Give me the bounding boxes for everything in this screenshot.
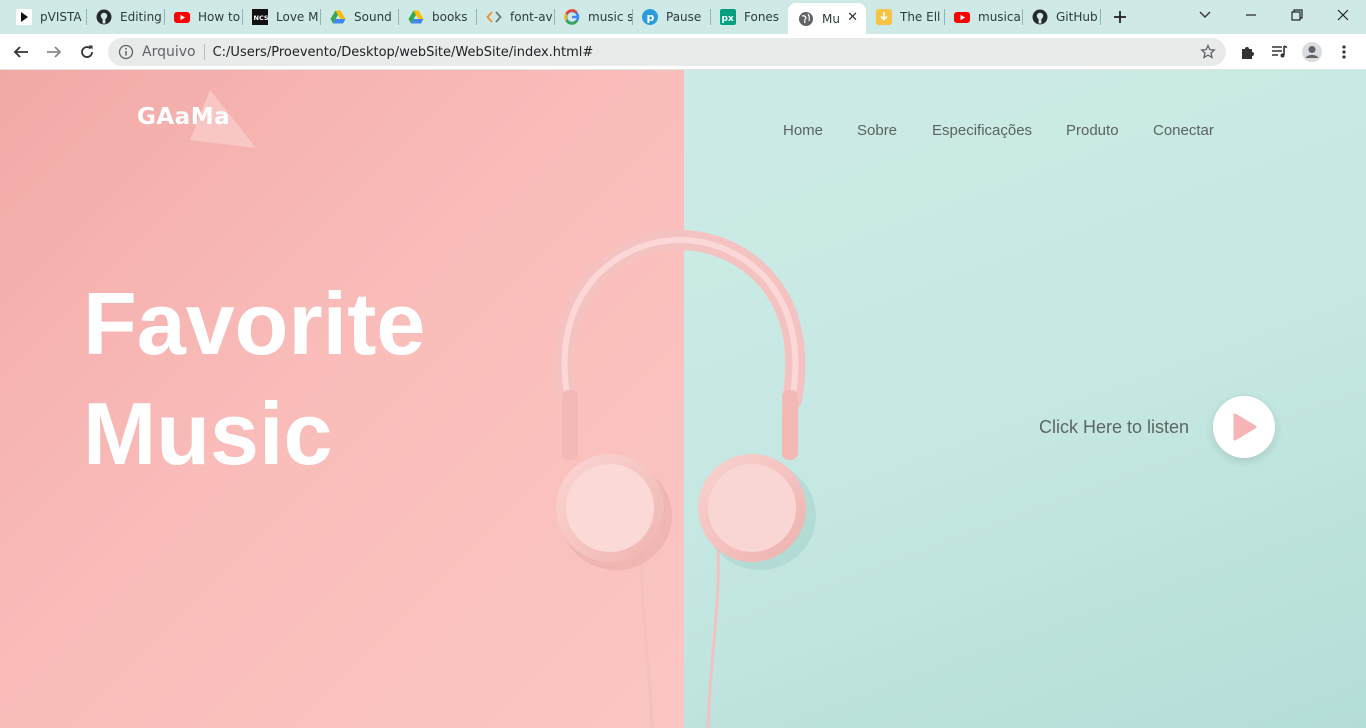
tab-music-s[interactable]: music s [554, 0, 632, 34]
minimize-icon [1246, 14, 1256, 16]
listen-label[interactable]: Click Here to listen [1039, 417, 1189, 438]
reload-button[interactable] [74, 39, 100, 65]
bookmark-star-icon[interactable] [1200, 43, 1216, 64]
webpage: GAaMa Home Sobre Especificações Produto … [0, 70, 1366, 728]
tab-mu-active[interactable]: Mu ✕ [788, 3, 866, 34]
restore-icon [1291, 9, 1303, 21]
tab-fones[interactable]: px Fones [710, 0, 788, 34]
menu-button[interactable] [1332, 40, 1356, 64]
url-text[interactable]: C:/Users/Proevento/Desktop/webSite/WebSi… [213, 45, 594, 60]
svg-text:NCS: NCS [254, 14, 269, 22]
tab-editing[interactable]: Editing [86, 0, 164, 34]
tab-strip: pVISTA Editing How to NCS Love M Sound b… [0, 0, 1366, 34]
forward-button[interactable] [41, 39, 67, 65]
tab-title: Love M [276, 10, 319, 24]
puzzle-icon [1242, 47, 1254, 59]
close-icon [1337, 9, 1349, 21]
download-icon [876, 9, 892, 25]
tab-title: font-av [510, 10, 553, 24]
tab-font-av[interactable]: font-av [476, 0, 554, 34]
browser-toolbar: Arquivo C:/Users/Proevento/Desktop/webSi… [0, 34, 1366, 70]
github-icon [1032, 9, 1048, 25]
pause-icon: p [642, 9, 658, 25]
tab-pause[interactable]: p Pause [632, 0, 710, 34]
tab-title: books [432, 10, 468, 24]
tab-title: Fones [744, 10, 780, 24]
new-tab-button[interactable] [1108, 5, 1132, 29]
hero-headline-line-1: Favorite [83, 274, 426, 373]
hero-headline-line-2: Music [83, 384, 333, 483]
tab-sound[interactable]: Sound [320, 0, 398, 34]
file-scheme-label: Arquivo [142, 44, 196, 60]
close-tab-icon[interactable]: ✕ [847, 10, 858, 25]
nav-especificacoes[interactable]: Especificações [932, 122, 1032, 139]
address-divider [203, 44, 205, 60]
media-control-button[interactable] [1268, 40, 1292, 64]
restore-button[interactable] [1274, 0, 1320, 30]
tab-title: Editing [120, 10, 162, 24]
globe-icon [798, 11, 814, 27]
pexels-icon: px [720, 9, 736, 25]
back-button[interactable] [8, 39, 34, 65]
tab-title: pVISTA [40, 10, 82, 24]
reload-icon [81, 45, 93, 58]
svg-text:p: p [647, 11, 655, 24]
minimize-button[interactable] [1228, 0, 1274, 30]
chevron-down-icon [1199, 11, 1211, 18]
profile-button[interactable] [1300, 40, 1324, 64]
tab-the-ell[interactable]: The Ell [866, 0, 944, 34]
tab-github[interactable]: GitHub [1022, 0, 1100, 34]
nav-sobre[interactable]: Sobre [857, 122, 897, 139]
close-window-button[interactable] [1320, 0, 1366, 30]
tab-love-m[interactable]: NCS Love M [242, 0, 320, 34]
tab-musica[interactable]: musica [944, 0, 1022, 34]
tab-books[interactable]: books [398, 0, 476, 34]
extensions-button[interactable] [1236, 40, 1260, 64]
tab-title: GitHub [1056, 10, 1098, 24]
tab-search-button[interactable] [1182, 0, 1228, 30]
youtube-icon [954, 9, 970, 25]
tab-title: The Ell [900, 10, 941, 24]
tab-title: How to [198, 10, 241, 24]
tab-title: Sound [354, 10, 392, 24]
youtube-icon [174, 9, 190, 25]
playlist-icon [1272, 45, 1288, 58]
headphones-image [554, 230, 816, 728]
tab-separator [1100, 9, 1101, 25]
google-drive-icon [408, 9, 424, 25]
nav-produto[interactable]: Produto [1066, 122, 1119, 139]
pvista-icon [16, 9, 32, 25]
svg-text:px: px [722, 14, 734, 24]
tab-pvista[interactable]: pVISTA [6, 0, 86, 34]
google-icon [564, 9, 580, 25]
site-logo[interactable]: GAaMa [137, 104, 230, 130]
github-icon [96, 9, 112, 25]
kebab-menu-icon [1342, 45, 1346, 59]
nav-conectar[interactable]: Conectar [1153, 122, 1214, 139]
tab-title: music s [588, 10, 632, 24]
info-icon[interactable] [118, 44, 134, 60]
ncs-icon: NCS [252, 9, 268, 25]
tab-title: Pause [666, 10, 702, 24]
google-drive-icon [330, 9, 346, 25]
tab-how-to[interactable]: How to [164, 0, 242, 34]
arrow-right-icon [47, 46, 62, 58]
arrow-left-icon [13, 46, 28, 58]
plus-icon [1114, 11, 1126, 23]
avatar-icon [1302, 42, 1322, 62]
nav-home[interactable]: Home [783, 122, 823, 139]
tab-title: Mu [822, 11, 840, 26]
play-button[interactable] [1213, 396, 1275, 458]
tab-title: musica [978, 10, 1021, 24]
code-icon [486, 9, 502, 25]
play-icon [1233, 413, 1257, 441]
address-bar[interactable]: Arquivo C:/Users/Proevento/Desktop/webSi… [108, 38, 1226, 66]
